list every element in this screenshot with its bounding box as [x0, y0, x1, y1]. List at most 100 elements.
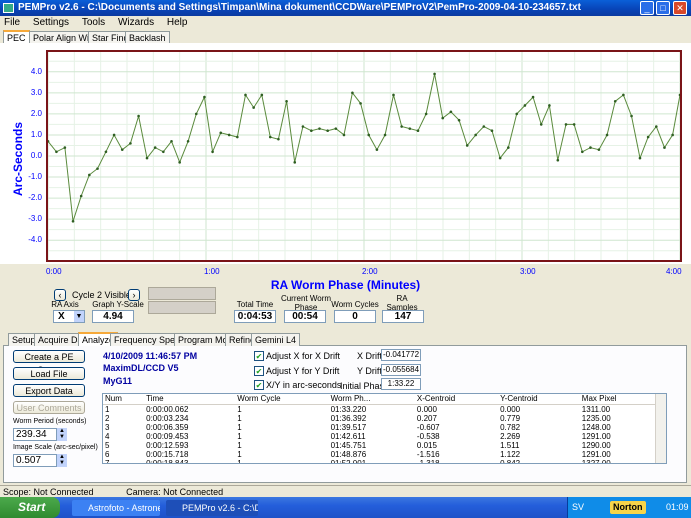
chevron-down-icon[interactable]: ▼: [74, 311, 84, 322]
x-tick-label: 4:00: [666, 267, 682, 276]
table-cell: 1248.00: [581, 422, 611, 432]
cycle-slider-track[interactable]: [148, 287, 216, 300]
table-row[interactable]: 6 0:00:15.718 1 01:48.876 -1.516 1.122 1291.00: [103, 450, 656, 459]
column-header[interactable]: Time: [144, 394, 236, 405]
y-tick-label: -1.0: [28, 172, 42, 182]
camera-status: Camera: Not Connected: [126, 487, 224, 497]
pe-data-point: [227, 133, 231, 137]
maximize-icon[interactable]: □: [656, 1, 670, 15]
column-header[interactable]: Num: [103, 394, 145, 405]
taskbar: Start Astrofoto - Astronet ... PEMPro v2…: [0, 497, 691, 518]
column-header[interactable]: Y-Centroid: [498, 394, 580, 405]
user-comments-button[interactable]: User Comments: [13, 401, 85, 414]
pe-data-point: [408, 127, 412, 130]
data-table[interactable]: Num Time Worm Cycle Worm Ph... X-Centroid Y-C…: [102, 393, 667, 464]
adjust-y-label: Adjust Y for Y Drift: [266, 366, 340, 376]
cycle-label: Cycle 2 Visible: [72, 290, 131, 300]
menu-help[interactable]: Help: [167, 17, 188, 28]
pe-data-point: [55, 150, 58, 154]
table-row[interactable]: 3 0:00:06.359 1 01:39.517 -0.607 0.782 1248.00: [103, 423, 656, 432]
pe-data-point: [137, 114, 140, 118]
pe-data-point: [79, 194, 83, 198]
table-cell: 1: [237, 458, 242, 464]
table-cell: 0.782: [500, 422, 521, 432]
tab-gemini-l4[interactable]: Gemini L4: [251, 333, 301, 346]
table-cell: 0.842: [500, 458, 521, 464]
menu-wizards[interactable]: Wizards: [118, 17, 154, 28]
pe-data-point: [104, 150, 108, 154]
image-scale-input[interactable]: 0.507: [13, 454, 57, 467]
pe-data-point: [375, 148, 379, 151]
minimize-icon[interactable]: _: [640, 1, 654, 15]
y-drift-value: -0.055684: [381, 364, 421, 376]
column-header[interactable]: X-Centroid: [414, 394, 499, 405]
worm-period-label: Worm Period (seconds): [13, 418, 87, 425]
pe-data-point: [359, 102, 362, 105]
table-row[interactable]: 5 0:00:12.593 1 01:45.751 0.015 1.511 1290.00: [103, 441, 656, 450]
ra-axis-select[interactable]: X ▼: [53, 310, 85, 323]
pe-data-point: [523, 104, 527, 107]
table-cell: 1: [237, 413, 242, 423]
pe-data-point: [597, 148, 601, 151]
column-header[interactable]: Max Pixel: [579, 394, 656, 405]
window-title-bar: PEMPro v2.6 - C:\Documents and Settings\…: [0, 0, 691, 16]
table-row[interactable]: 4 0:00:09.453 1 01:42.611 -0.538 2.269 1291.00: [103, 432, 656, 441]
xy-arcsec-checkbox[interactable]: ✔: [254, 380, 264, 390]
ra-samples-value: 147: [382, 310, 424, 323]
pe-data-point: [515, 112, 519, 116]
table-row[interactable]: 7 0:00:18.843 1 01:52.001 -1.318 0.842 1327.00: [103, 458, 656, 464]
close-icon[interactable]: ✕: [673, 1, 687, 15]
create-pe-curve-button[interactable]: Create a PE Curve: [13, 350, 85, 375]
pe-data-point: [441, 116, 445, 120]
pe-data-point: [474, 133, 477, 137]
initial-phase-value: 1:33.22: [381, 378, 421, 390]
pe-data-point: [539, 123, 543, 126]
norton-icon[interactable]: Norton: [610, 501, 646, 514]
start-button[interactable]: Start: [0, 497, 60, 518]
load-file-button[interactable]: Load File: [13, 367, 85, 380]
taskbar-item-pempro[interactable]: PEMPro v2.6 - C:\Doc...: [166, 500, 258, 516]
menu-file[interactable]: File: [4, 17, 20, 28]
pe-data-point: [613, 99, 617, 103]
worm-period-spinner[interactable]: ▲ ▼: [57, 428, 67, 441]
slider-track-2[interactable]: [148, 301, 216, 314]
table-row[interactable]: 2 0:00:03.234 1 01:36.392 0.207 0.779 1235.00: [103, 414, 656, 423]
table-row[interactable]: 1 0:00:00.062 1 01:33.220 0.000 0.000 1311.00: [103, 404, 656, 414]
total-time-value: 0:04:53: [234, 310, 276, 323]
table-cell: 1235.00: [581, 413, 611, 423]
column-header[interactable]: Worm Cycle: [235, 394, 329, 405]
taskbar-item-astrofoto[interactable]: Astrofoto - Astronet ...: [72, 500, 160, 516]
session-date: 4/10/2009 11:46:57 PM: [103, 351, 198, 361]
pe-data-point: [564, 123, 568, 126]
table-cell: 0:00:03.234: [146, 413, 189, 423]
table-cell: 7: [105, 458, 110, 464]
pe-data-point: [507, 146, 510, 149]
window-title: PEMPro v2.6 - C:\Documents and Settings\…: [18, 2, 581, 13]
worm-cycles-value: 0: [334, 310, 376, 323]
pe-data-point: [449, 110, 453, 114]
table-cell: 1: [237, 431, 242, 441]
worm-period-input[interactable]: 239.34: [13, 428, 57, 441]
table-cell: 01:52.001: [330, 458, 367, 464]
table-cell: 0:00:00.062: [146, 404, 189, 414]
graph-yscale-field[interactable]: 4.94: [92, 310, 134, 323]
image-scale-spinner[interactable]: ▲ ▼: [57, 454, 67, 467]
menu-settings[interactable]: Settings: [33, 17, 69, 28]
table-cell: 2.269: [500, 431, 521, 441]
adjust-y-checkbox[interactable]: ✔: [254, 366, 264, 376]
language-indicator[interactable]: SV: [572, 502, 584, 512]
export-data-button[interactable]: Export Data: [13, 384, 85, 397]
app-icon[interactable]: [3, 3, 14, 13]
menu-tools[interactable]: Tools: [82, 17, 105, 28]
table-scrollbar[interactable]: [655, 394, 666, 463]
column-header[interactable]: Worm Ph...: [328, 394, 415, 405]
pe-data-point: [638, 156, 642, 160]
adjust-x-checkbox[interactable]: ✔: [254, 351, 264, 361]
pe-data-point: [268, 135, 272, 139]
table-cell: 0:00:12.593: [146, 440, 189, 450]
table-cell: 1.122: [500, 449, 521, 459]
pe-data-point: [678, 93, 682, 97]
y-tick-label: 2.0: [30, 108, 42, 118]
tab-pec[interactable]: PEC: [3, 30, 30, 44]
y-tick-label: 3.0: [30, 87, 42, 97]
